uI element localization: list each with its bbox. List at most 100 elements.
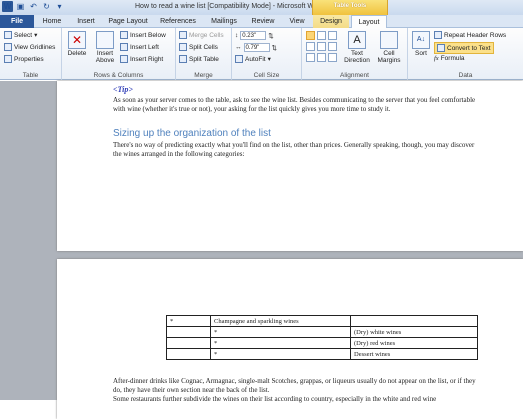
table-cell[interactable] xyxy=(350,315,478,327)
document-area[interactable]: <Tip> As soon as your server comes to th… xyxy=(0,81,523,419)
after-table-paragraph-2[interactable]: Some restaurants further subdivide the w… xyxy=(113,395,483,404)
table-cell[interactable]: * xyxy=(210,326,351,338)
tab-references[interactable]: References xyxy=(156,15,200,28)
convert-to-text-icon xyxy=(437,44,445,52)
delete-button[interactable]: ✕ Delete xyxy=(65,31,89,57)
autofit-icon xyxy=(235,55,243,63)
align-bottom-right-icon[interactable] xyxy=(328,53,337,62)
delete-label: Delete xyxy=(67,50,87,57)
text-direction-icon: A xyxy=(348,31,366,49)
width-spinner-icon[interactable]: ⇅ xyxy=(272,44,277,52)
insert-left-button[interactable]: Insert Left xyxy=(120,43,159,51)
width-input[interactable]: 0.79" xyxy=(243,43,270,52)
group-merge: Merge Cells Split Cells Split Table Merg… xyxy=(176,28,232,80)
formula-button[interactable]: fx Formula xyxy=(434,55,465,62)
align-center-icon[interactable] xyxy=(317,42,326,51)
sort-label: Sort xyxy=(415,50,427,57)
table-cell[interactable] xyxy=(166,326,211,338)
tab-review[interactable]: Review xyxy=(248,15,278,28)
insert-above-icon xyxy=(96,31,114,49)
split-cells-button[interactable]: Split Cells xyxy=(179,43,218,51)
autofit-button[interactable]: AutoFit ▾ xyxy=(235,55,271,63)
title-bar: W ▣ ↶ ↻ ▾ How to read a wine list [Compa… xyxy=(0,0,523,15)
group-data-label: Data xyxy=(458,72,473,79)
repeat-header-rows-button[interactable]: Repeat Header Rows xyxy=(434,31,506,39)
align-top-right-icon[interactable] xyxy=(328,31,337,40)
group-table: Select ▾ View Gridlines Properties Table xyxy=(0,28,62,80)
table-cell[interactable]: (Dry) red wines xyxy=(350,337,478,349)
word-logo-icon[interactable]: W xyxy=(2,1,13,12)
align-top-left-icon[interactable] xyxy=(306,31,315,40)
table-cell[interactable] xyxy=(166,348,211,360)
cell-margins-button[interactable]: Cell Margins xyxy=(374,31,404,64)
repeat-header-rows-label: Repeat Header Rows xyxy=(444,31,507,39)
view-gridlines-button[interactable]: View Gridlines xyxy=(4,43,55,51)
insert-left-label: Insert Left xyxy=(130,43,159,51)
ribbon-tabs: File Home Insert Page Layout References … xyxy=(0,15,523,29)
undo-icon[interactable]: ↶ xyxy=(28,1,39,12)
tab-home[interactable]: Home xyxy=(38,15,66,28)
merge-cells-button[interactable]: Merge Cells xyxy=(179,31,224,39)
tab-page-layout[interactable]: Page Layout xyxy=(106,15,150,28)
select-button[interactable]: Select ▾ xyxy=(4,31,37,39)
insert-above-button[interactable]: Insert Above xyxy=(92,31,118,64)
ribbon: Select ▾ View Gridlines Properties Table … xyxy=(0,28,523,80)
height-row: ↕ 0.23" ⇅ xyxy=(235,31,274,40)
wine-categories-table[interactable]: * Champagne and sparkling wines * (Dry) … xyxy=(166,315,478,360)
align-bottom-center-icon[interactable] xyxy=(317,53,326,62)
text-direction-button[interactable]: A Text Direction xyxy=(342,31,372,64)
align-top-center-icon[interactable] xyxy=(317,31,326,40)
save-icon[interactable]: ▣ xyxy=(15,1,26,12)
redo-icon[interactable]: ↻ xyxy=(41,1,52,12)
group-alignment-label: Alignment xyxy=(340,72,369,79)
table-cell[interactable] xyxy=(166,337,211,349)
after-table-paragraph-1[interactable]: After-dinner drinks like Cognac, Armagna… xyxy=(113,377,483,394)
table-cell[interactable]: * xyxy=(210,337,351,349)
tab-layout[interactable]: Layout xyxy=(351,15,387,29)
intro-paragraph[interactable]: There's no way of predicting exactly wha… xyxy=(113,141,478,158)
table-cell[interactable]: Dessert wines xyxy=(350,348,478,360)
height-input[interactable]: 0.23" xyxy=(240,31,267,40)
table-cell[interactable]: * xyxy=(210,348,351,360)
table-cell[interactable]: (Dry) white wines xyxy=(350,326,478,338)
table-row[interactable]: * Champagne and sparkling wines xyxy=(166,315,478,327)
table-row[interactable]: * (Dry) white wines xyxy=(166,326,478,338)
table-cell[interactable]: Champagne and sparkling wines xyxy=(210,315,351,327)
tab-view[interactable]: View xyxy=(284,15,310,28)
properties-button[interactable]: Properties xyxy=(4,55,44,63)
align-center-left-icon[interactable] xyxy=(306,42,315,51)
tab-file[interactable]: File xyxy=(0,15,34,28)
insert-left-icon xyxy=(120,43,128,51)
customize-qat-icon[interactable]: ▾ xyxy=(54,1,65,12)
window-title: How to read a wine list [Compatibility M… xyxy=(135,3,324,10)
tab-design[interactable]: Design xyxy=(313,15,349,28)
sort-button[interactable]: A↓ Sort xyxy=(410,31,432,57)
split-table-button[interactable]: Split Table xyxy=(179,55,219,63)
align-center-right-icon[interactable] xyxy=(328,42,337,51)
height-spinner-icon[interactable]: ⇅ xyxy=(268,32,273,40)
text-direction-label: Text Direction xyxy=(344,50,370,64)
section-heading[interactable]: Sizing up the organization of the list xyxy=(113,128,271,139)
convert-to-text-button[interactable]: Convert to Text xyxy=(434,42,494,54)
table-row[interactable]: * (Dry) red wines xyxy=(166,337,478,349)
insert-right-label: Insert Right xyxy=(130,55,164,63)
tip-paragraph[interactable]: As soon as your server comes to the tabl… xyxy=(113,96,478,113)
height-icon: ↕ xyxy=(235,32,239,39)
page-1[interactable]: <Tip> As soon as your server comes to th… xyxy=(57,81,523,251)
tab-insert[interactable]: Insert xyxy=(72,15,100,28)
group-rows-columns-label: Rows & Columns xyxy=(93,72,144,79)
page-2[interactable]: * Champagne and sparkling wines * (Dry) … xyxy=(57,259,523,419)
dropdown-arrow-icon: ▾ xyxy=(267,56,271,63)
formula-label: Formula xyxy=(440,55,465,62)
insert-below-button[interactable]: Insert Below xyxy=(120,31,166,39)
table-row[interactable]: * Dessert wines xyxy=(166,348,478,360)
align-bottom-left-icon[interactable] xyxy=(306,53,315,62)
insert-right-button[interactable]: Insert Right xyxy=(120,55,163,63)
group-cell-size: ↕ 0.23" ⇅ ↔ 0.79" ⇅ AutoFit ▾ Cell Size xyxy=(232,28,302,80)
table-cell[interactable]: * xyxy=(166,315,211,327)
properties-label: Properties xyxy=(14,55,44,63)
cell-margins-label: Cell Margins xyxy=(377,50,401,64)
table-tools-label: Table Tools xyxy=(333,3,367,9)
insert-right-icon xyxy=(120,55,128,63)
tab-mailings[interactable]: Mailings xyxy=(206,15,242,28)
